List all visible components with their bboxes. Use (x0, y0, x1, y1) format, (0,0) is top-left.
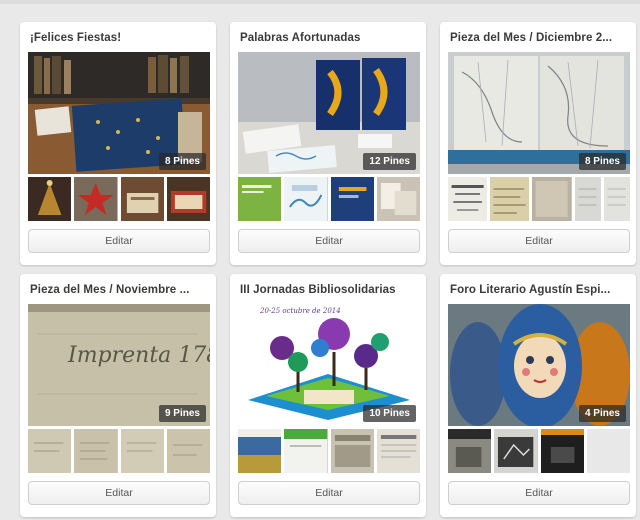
cover-handwriting: Imprenta 1781 (67, 343, 210, 368)
thumbnail[interactable] (494, 429, 538, 473)
dark-book-cover-icon (494, 429, 538, 473)
thumbnail[interactable] (376, 429, 420, 473)
pin-count-badge: 12 Pines (363, 153, 416, 170)
newsletter-icon (330, 429, 374, 473)
old-pages-icon (532, 177, 572, 221)
board-card[interactable]: ¡Felices Fiestas! 8 Pines Editar (20, 22, 216, 265)
black-book-cover-icon (540, 429, 584, 473)
board-thumbnails (448, 177, 631, 221)
board-title[interactable]: ¡Felices Fiestas! (30, 32, 208, 44)
thumbnail[interactable] (532, 177, 572, 221)
poster-date-text: 20-25 octubre de 2014 (259, 307, 341, 315)
pin-count-badge: 9 Pines (158, 405, 206, 422)
pin-count-badge: 8 Pines (578, 153, 626, 170)
christmas-tree-icon (28, 177, 72, 221)
board-card[interactable]: III Jornadas Bibliosolidarias 20-25 octu… (230, 274, 426, 517)
board-title[interactable]: Foro Literario Agustín Espi... (450, 284, 628, 296)
grey-page-icon (574, 177, 601, 221)
newsletter-icon (376, 429, 420, 473)
edit-board-button[interactable]: Editar (448, 481, 630, 505)
open-book-icon (166, 177, 210, 221)
board-cover-image[interactable]: 12 Pines (238, 52, 420, 174)
board-cover-image[interactable]: 8 Pines (448, 52, 630, 174)
board-card[interactable]: Pieza del Mes / Diciembre 2... 8 Pines E… (440, 22, 636, 265)
green-cover-icon (238, 177, 282, 221)
thumbnail[interactable] (284, 177, 328, 221)
board-title[interactable]: Pieza del Mes / Noviembre ... (30, 284, 208, 296)
thumbnail[interactable] (166, 177, 210, 221)
edit-board-button[interactable]: Editar (28, 229, 210, 253)
board-card[interactable]: Palabras Afortunadas 12 Pines Editar (230, 22, 426, 265)
thumbnail[interactable] (574, 177, 601, 221)
board-card[interactable]: Pieza del Mes / Noviembre ... Imprenta 1… (20, 274, 216, 517)
board-cover-image[interactable]: 4 Pines (448, 304, 630, 426)
board-title[interactable]: III Jornadas Bibliosolidarias (240, 284, 418, 296)
thumbnail[interactable] (166, 429, 210, 473)
thumbnail[interactable] (238, 429, 282, 473)
thumbnail[interactable] (238, 177, 282, 221)
landscape-poster-icon (238, 429, 282, 473)
thumbnail[interactable] (330, 429, 374, 473)
thumbnail[interactable] (376, 177, 420, 221)
thumbnail[interactable] (120, 177, 164, 221)
handwritten-page-icon (490, 177, 530, 221)
board-title[interactable]: Pieza del Mes / Diciembre 2... (450, 32, 628, 44)
title-page-icon (448, 177, 488, 221)
board-card[interactable]: Foro Literario Agustín Espi... 4 Pines E… (440, 274, 636, 517)
manuscript-page-icon (166, 429, 210, 473)
board-cover-image[interactable]: Imprenta 1781 9 Pines (28, 304, 210, 426)
edit-board-button[interactable]: Editar (238, 229, 420, 253)
manuscript-page-icon (74, 429, 118, 473)
book-display-icon (120, 177, 164, 221)
thumbnail[interactable] (603, 177, 631, 221)
thumbnail[interactable] (120, 429, 164, 473)
drawing-icon (284, 177, 328, 221)
board-thumbnails (448, 429, 630, 473)
thumbnail[interactable] (490, 177, 530, 221)
board-cover-image[interactable]: 8 Pines (28, 52, 210, 174)
board-thumbnails (28, 177, 210, 221)
edit-board-button[interactable]: Editar (448, 229, 630, 253)
green-poster-icon (284, 429, 328, 473)
boards-grid: ¡Felices Fiestas! 8 Pines Editar Palabra… (0, 0, 640, 520)
thumbnail[interactable] (74, 177, 118, 221)
red-star-icon (74, 177, 118, 221)
thumbnail[interactable] (330, 177, 374, 221)
board-cover-image[interactable]: 20-25 octubre de 2014 10 Pines (238, 304, 420, 426)
manuscript-page-icon (120, 429, 164, 473)
edit-board-button[interactable]: Editar (238, 481, 420, 505)
scattered-papers-icon (376, 177, 420, 221)
blue-book-icon (330, 177, 374, 221)
thumbnail[interactable] (28, 177, 72, 221)
thumbnail[interactable] (448, 177, 488, 221)
empty-thumbnail (586, 429, 630, 473)
grey-page-icon (603, 177, 631, 221)
thumbnail[interactable] (284, 429, 328, 473)
pin-count-badge: 4 Pines (578, 405, 626, 422)
manuscript-page-icon (28, 429, 72, 473)
pin-count-badge: 10 Pines (363, 405, 416, 422)
thumbnail[interactable] (28, 429, 72, 473)
board-title[interactable]: Palabras Afortunadas (240, 32, 418, 44)
edit-board-button[interactable]: Editar (28, 481, 210, 505)
pin-count-badge: 8 Pines (158, 153, 206, 170)
board-thumbnails (238, 429, 420, 473)
thumbnail[interactable] (540, 429, 584, 473)
board-thumbnails (238, 177, 420, 221)
board-thumbnails (28, 429, 210, 473)
thumbnail[interactable] (448, 429, 492, 473)
thumbnail[interactable] (74, 429, 118, 473)
colision-cover-icon (448, 429, 492, 473)
